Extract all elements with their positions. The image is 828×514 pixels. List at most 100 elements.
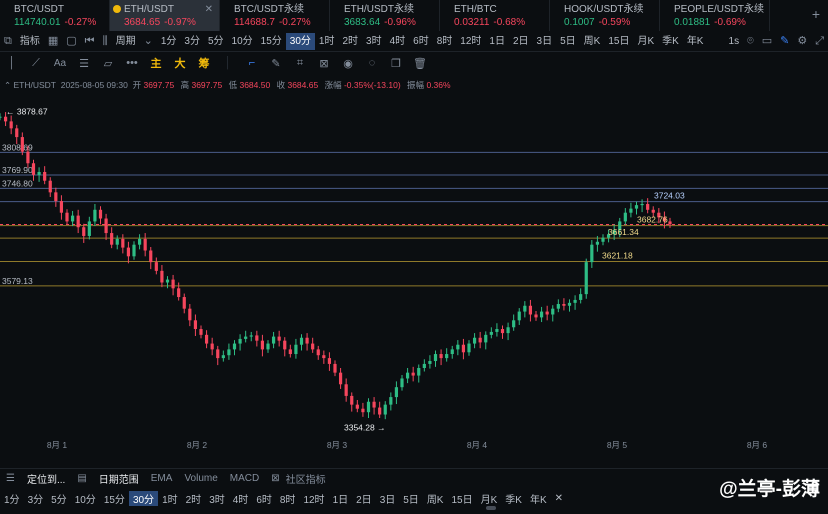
vertical-line-icon[interactable]: │ — [0, 57, 24, 69]
bottom-interval-5[interactable]: 30分 — [128, 490, 159, 506]
ticker-tab[interactable]: BTC/USDT 114740.01 -0.27% — [0, 0, 110, 31]
more-icon[interactable]: ••• — [120, 57, 144, 69]
bottom-interval-8[interactable]: 3时 — [205, 491, 229, 506]
bottom-interval-0[interactable]: 1分 — [0, 491, 24, 506]
bottom-interval-3[interactable]: 10分 — [71, 491, 100, 506]
interval-4[interactable]: 15分 — [257, 33, 286, 50]
candle-body — [634, 205, 639, 209]
chip-button[interactable]: 筹 — [192, 55, 216, 71]
ticker-tab[interactable]: ETH/BTC 0.03211 -0.68% — [440, 0, 550, 31]
ema-indicator[interactable]: EMA — [145, 473, 179, 484]
interval-17[interactable]: 周K — [580, 33, 605, 50]
interval-9[interactable]: 4时 — [386, 33, 410, 50]
interval-18[interactable]: 15日 — [604, 33, 633, 50]
close-icon[interactable]: ✕ — [551, 493, 567, 504]
interval-13[interactable]: 1日 — [485, 33, 509, 50]
brush-icon[interactable]: ✎ — [264, 57, 288, 70]
bottom-interval-13[interactable]: 1日 — [329, 491, 353, 506]
trend-line-icon[interactable]: ⟋ — [24, 57, 48, 70]
bottom-interval-7[interactable]: 2时 — [182, 491, 206, 506]
interval-6[interactable]: 1时 — [315, 33, 339, 50]
bottom-interval-9[interactable]: 4时 — [229, 491, 253, 506]
locate-button[interactable]: 定位到... — [21, 471, 71, 486]
chevron-down-icon[interactable]: ⌄ — [140, 33, 157, 50]
text-tool[interactable]: Aa — [48, 58, 72, 69]
ticker-tab[interactable]: PEOPLE/USDT永续 0.01881 -0.69% — [660, 0, 770, 31]
calendar-icon[interactable]: ▦ — [44, 33, 62, 50]
indicator-button[interactable]: 指标 — [16, 33, 44, 50]
interval-5[interactable]: 30分 — [285, 32, 315, 50]
bottom-interval-16[interactable]: 5日 — [399, 491, 423, 506]
main-chart-button[interactable]: 主 — [144, 55, 168, 71]
magnet-icon[interactable]: ⌐ — [240, 57, 264, 69]
big-order-button[interactable]: 大 — [168, 55, 192, 71]
bottom-interval-20[interactable]: 季K — [501, 491, 526, 506]
camera-icon[interactable]: ⌾ — [743, 33, 758, 50]
interval-21[interactable]: 年K — [683, 33, 708, 50]
interval-1[interactable]: 3分 — [180, 33, 204, 50]
period-dropdown[interactable]: 周期 — [112, 33, 140, 50]
ticker-price: 0.01881 — [674, 17, 711, 28]
add-tab-icon[interactable]: + — [812, 6, 820, 22]
volume-indicator[interactable]: Volume — [178, 473, 223, 484]
ticker-tab[interactable]: ETH/USDT永续 3683.64 -0.96% — [330, 0, 440, 31]
layout-icon[interactable]: ▢ — [62, 33, 80, 50]
interval-20[interactable]: 季K — [658, 33, 683, 50]
screenshot-icon[interactable]: ▭ — [758, 33, 776, 50]
ticker-tab[interactable]: ✕ ETH/USDT 3684.65 -0.97% — [110, 0, 220, 31]
ticker-name: HOOK/USDT永续 — [564, 4, 644, 15]
community-indicator[interactable]: 社区指标 — [286, 471, 332, 486]
drag-handle[interactable] — [486, 506, 496, 510]
bottom-interval-19[interactable]: 月K — [477, 491, 502, 506]
hide-icon[interactable]: ◌ — [360, 57, 384, 69]
interval-16[interactable]: 5日 — [556, 33, 580, 50]
ticker-name: ETH/BTC — [454, 4, 497, 15]
interval-3[interactable]: 10分 — [228, 33, 257, 50]
interval-15[interactable]: 3日 — [533, 33, 557, 50]
bottom-interval-2[interactable]: 5分 — [47, 491, 71, 506]
chart-canvas[interactable]: 3808.693769.903746.803579.13← 3878.67335… — [0, 90, 828, 460]
candlestick-chart[interactable]: 3808.69 3769.90 3746.80 3579.13 ← 3878.67 335… — [0, 90, 828, 460]
replay-speed[interactable]: 1s — [725, 33, 744, 50]
interval-14[interactable]: 2日 — [509, 33, 533, 50]
indicator-icon[interactable]: ⧉ — [0, 33, 16, 50]
macd-indicator[interactable]: MACD — [224, 473, 265, 484]
settings-icon[interactable]: ⚙ — [793, 33, 811, 50]
bottom-interval-15[interactable]: 3日 — [376, 491, 400, 506]
interval-8[interactable]: 3时 — [362, 33, 386, 50]
ruler-icon[interactable]: ⌗ — [288, 57, 312, 70]
bottom-interval-11[interactable]: 8时 — [276, 491, 300, 506]
interval-11[interactable]: 8时 — [433, 33, 457, 50]
candle-body — [584, 262, 588, 295]
date-range-button[interactable]: 日期范围 — [93, 471, 145, 486]
candle-type-icon[interactable]: ⫼ — [99, 33, 112, 50]
ticker-tab[interactable]: HOOK/USDT永续 0.1007 -0.59% — [550, 0, 660, 31]
pencil-icon[interactable]: ✎ — [776, 33, 793, 50]
bottom-interval-1[interactable]: 3分 — [24, 491, 48, 506]
ticker-tab[interactable]: BTC/USDT永续 114688.7 -0.27% — [220, 0, 330, 31]
bottom-interval-6[interactable]: 1时 — [158, 491, 182, 506]
bottom-interval-4[interactable]: 15分 — [100, 491, 129, 506]
copy-icon[interactable]: ❐ — [384, 57, 408, 70]
interval-7[interactable]: 2时 — [338, 33, 362, 50]
bottom-interval-12[interactable]: 12时 — [299, 491, 328, 506]
shapes-icon[interactable]: ▱ — [96, 57, 120, 70]
fib-icon[interactable]: ☰ — [72, 57, 96, 70]
menu-icon[interactable]: ☰ — [0, 473, 21, 484]
interval-19[interactable]: 月K — [633, 33, 658, 50]
bottom-interval-17[interactable]: 周K — [423, 491, 448, 506]
bottom-interval-14[interactable]: 2日 — [352, 491, 376, 506]
interval-2[interactable]: 5分 — [204, 33, 228, 50]
rewind-icon[interactable]: ⏮ — [81, 33, 99, 50]
interval-0[interactable]: 1分 — [157, 33, 181, 50]
interval-12[interactable]: 12时 — [456, 33, 485, 50]
interval-10[interactable]: 6时 — [409, 33, 433, 50]
bottom-interval-10[interactable]: 6时 — [252, 491, 276, 506]
fullscreen-icon[interactable]: ⤢ — [811, 33, 828, 50]
close-tab-icon[interactable]: ✕ — [205, 4, 213, 15]
bottom-interval-21[interactable]: 年K — [526, 491, 551, 506]
lock-icon[interactable]: ⊠ — [312, 57, 336, 70]
bottom-interval-18[interactable]: 15日 — [447, 491, 476, 506]
trash-icon[interactable]: 🗑 — [408, 57, 432, 70]
eye-icon[interactable]: ◉ — [336, 57, 360, 70]
